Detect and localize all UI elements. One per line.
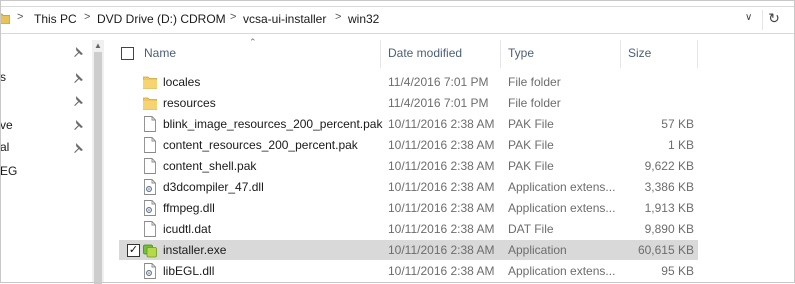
file-name: d3dcompiler_47.dll [163,180,264,194]
file-date-modified: 10/11/2016 2:38 AM [388,180,495,194]
file-name: installer.exe [163,243,227,257]
chevron-down-icon[interactable]: ∨ [745,12,752,23]
breadcrumb-this-pc[interactable]: This PC [34,12,77,26]
pin-icon[interactable] [72,46,84,58]
file-icon [143,221,157,237]
file-type: Application extens... [508,201,616,215]
breadcrumb-vcsa-ui-installer[interactable]: vcsa-ui-installer [243,12,326,26]
file-name: libEGL.dll [163,264,215,278]
column-header-size[interactable]: Size [628,46,651,60]
file-name: content_shell.pak [163,159,257,173]
file-size: 1 KB [667,138,694,152]
file-date-modified: 10/11/2016 2:38 AM [388,138,495,152]
breadcrumb-separator[interactable]: > [17,11,23,23]
file-date-modified: 11/4/2016 7:01 PM [388,75,489,89]
folder-icon [0,13,10,24]
column-header-type[interactable]: Type [508,46,534,60]
folder-icon [142,95,158,111]
file-size: 1,913 KB [644,201,694,215]
column-header-date[interactable]: Date modified [388,46,462,60]
file-name: ffmpeg.dll [163,201,215,215]
file-row[interactable]: locales 11/4/2016 7:01 PM File folder [119,72,698,92]
file-size: 95 KB [661,264,694,278]
breadcrumb-separator[interactable]: > [335,11,341,23]
file-name: content_resources_200_percent.pak [163,138,358,152]
pin-icon[interactable] [72,119,84,131]
breadcrumb-win32[interactable]: win32 [348,12,379,26]
file-row[interactable]: ✓ installer.exe 10/11/2016 2:38 AM Applicat… [119,240,698,260]
file-type: PAK File [508,138,554,152]
sort-ascending-icon: ⌃ [249,37,257,47]
row-checkbox[interactable]: ✓ [127,244,140,257]
file-row[interactable]: d3dcompiler_47.dll 10/11/2016 2:38 AM Appl… [119,177,698,197]
column-header-bar: ⌃ Name Date modified Type Size [104,37,795,68]
pin-icon[interactable] [72,95,84,107]
file-icon [143,137,157,153]
select-all-checkbox[interactable] [121,47,134,60]
scroll-up-icon[interactable]: ▲ [92,40,104,52]
nav-item[interactable]: EG [0,164,17,178]
dll-icon [143,179,157,195]
file-date-modified: 10/11/2016 2:38 AM [388,201,495,215]
breadcrumb-dvd-drive[interactable]: DVD Drive (D:) CDROM [97,12,226,26]
nav-scrollbar[interactable]: ▲ [92,40,104,284]
file-date-modified: 10/11/2016 2:38 AM [388,222,495,236]
column-divider[interactable] [380,40,381,68]
exe-icon [143,242,157,258]
dll-icon [143,200,157,216]
refresh-icon[interactable]: ↻ [762,10,785,30]
file-type: DAT File [508,222,554,236]
nav-item[interactable]: s [0,70,6,84]
file-type: PAK File [508,159,554,173]
nav-item[interactable]: ve [0,118,13,132]
file-size: 57 KB [661,117,694,131]
file-date-modified: 10/11/2016 2:38 AM [388,243,495,257]
file-date-modified: 11/4/2016 7:01 PM [388,96,489,110]
file-name: locales [163,75,201,89]
file-type: Application extens... [508,264,616,278]
file-name: icudtl.dat [163,222,212,236]
file-row[interactable]: content_resources_200_percent.pak 10/11/2… [119,135,698,155]
column-divider[interactable] [620,40,621,68]
file-icon [143,116,157,132]
file-date-modified: 10/11/2016 2:38 AM [388,159,495,173]
column-divider[interactable] [500,40,501,68]
file-type: File folder [508,96,561,110]
column-header-name[interactable]: Name [144,46,176,60]
file-date-modified: 10/11/2016 2:38 AM [388,117,495,131]
breadcrumb-separator[interactable]: > [230,11,236,23]
file-type: File folder [508,75,561,89]
breadcrumb-separator[interactable]: > [84,11,90,23]
navigation-pane: s ve al EG [0,34,92,283]
file-row[interactable]: resources 11/4/2016 7:01 PM File folder [119,93,698,113]
pin-icon[interactable] [72,72,84,84]
file-size: 3,386 KB [644,180,694,194]
folder-icon [142,74,158,90]
file-size: 60,615 KB [637,243,694,257]
file-row[interactable]: blink_image_resources_200_percent.pak 10/… [119,114,698,134]
file-type: Application [508,243,567,257]
dll-icon [143,263,157,279]
file-name: resources [163,96,216,110]
file-date-modified: 10/11/2016 2:38 AM [388,264,495,278]
file-row[interactable]: ffmpeg.dll 10/11/2016 2:38 AM Application … [119,198,698,218]
address-bar[interactable]: > This PC > DVD Drive (D:) CDROM > vcsa-… [0,6,795,34]
file-name: blink_image_resources_200_percent.pak [163,117,383,131]
column-divider[interactable] [697,40,698,68]
file-size: 9,622 KB [644,159,694,173]
file-type: Application extens... [508,180,616,194]
pin-icon[interactable] [72,142,84,154]
file-row[interactable]: icudtl.dat 10/11/2016 2:38 AM DAT File 9,89… [119,219,698,239]
file-icon [143,158,157,174]
file-row[interactable]: libEGL.dll 10/11/2016 2:38 AM Application … [119,261,698,281]
file-type: PAK File [508,117,554,131]
file-row[interactable]: content_shell.pak 10/11/2016 2:38 AM PAK F… [119,156,698,176]
file-size: 9,890 KB [644,222,694,236]
scrollbar-thumb[interactable] [94,52,102,284]
nav-item[interactable]: al [0,140,9,154]
